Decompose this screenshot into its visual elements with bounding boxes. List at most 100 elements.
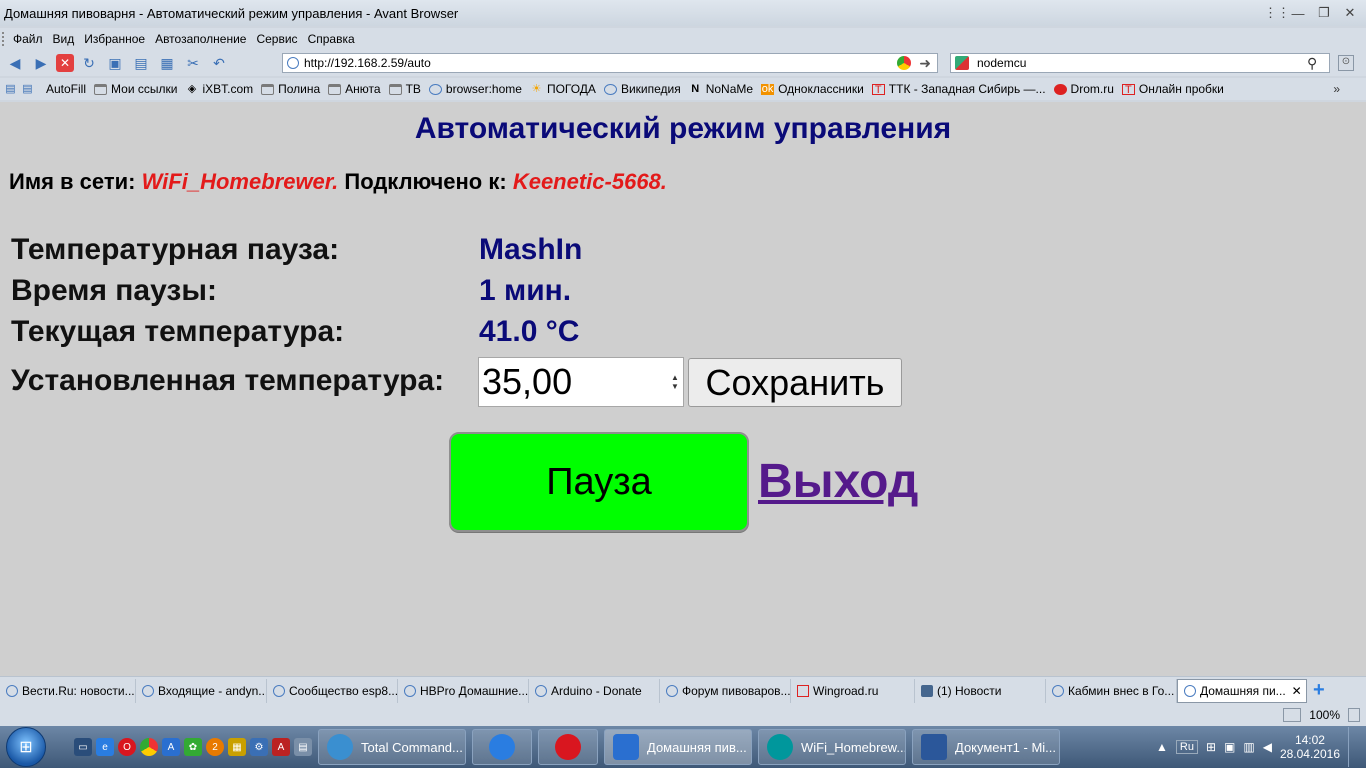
tab[interactable]: Wingroad.ru xyxy=(791,678,915,703)
app-icon[interactable]: 2 xyxy=(206,738,224,756)
refresh-icon[interactable]: ↻ xyxy=(78,53,100,73)
task-avant-browser[interactable]: Домашняя пив... xyxy=(604,729,752,765)
link-item[interactable]: Анюта xyxy=(324,82,384,96)
tab[interactable]: Кабмин внес в Го... xyxy=(1046,678,1177,703)
quick-launch: ▭ e O A ✿ 2 ▦ ⚙ A ▤ xyxy=(74,738,312,756)
link-item[interactable]: T Онлайн пробки xyxy=(1118,82,1228,96)
clock[interactable]: 14:02 28.04.2016 xyxy=(1280,733,1340,761)
task-total-commander[interactable]: Total Command... xyxy=(318,729,466,765)
minimize-button[interactable]: — xyxy=(1290,6,1306,21)
windows-icon[interactable]: ▦ xyxy=(156,53,178,73)
opera-icon[interactable]: O xyxy=(118,738,136,756)
search-engine-icon[interactable] xyxy=(955,56,969,70)
link-item[interactable]: AutoFill xyxy=(42,82,90,96)
settings-icon[interactable]: ⚙ xyxy=(250,738,268,756)
chrome-icon[interactable] xyxy=(140,738,158,756)
menu-file[interactable]: Файл xyxy=(8,32,48,46)
network-icon[interactable]: ▥ xyxy=(1243,740,1254,754)
resize-grip-icon[interactable] xyxy=(1348,708,1360,722)
page-content: Автоматический режим управления Имя в се… xyxy=(0,102,1366,676)
task-opera[interactable] xyxy=(538,729,598,765)
tab-active[interactable]: Домашняя пи... ✕ xyxy=(1177,678,1307,703)
zoom-level[interactable]: 100% xyxy=(1309,708,1340,722)
forward-icon[interactable]: ▶ xyxy=(30,53,52,73)
maximize-button[interactable]: ❐ xyxy=(1316,5,1332,21)
link-item[interactable]: Википедия xyxy=(600,82,685,96)
close-tab-icon[interactable]: ✕ xyxy=(1292,684,1302,698)
close-tab-icon[interactable]: ▤ xyxy=(130,53,152,73)
ie-icon[interactable]: e xyxy=(96,738,114,756)
back-icon[interactable]: ◀ xyxy=(4,53,26,73)
start-button[interactable]: ⊞ xyxy=(6,727,46,767)
pause-time-value: 1 мин. xyxy=(479,274,572,307)
link-item[interactable]: Полина xyxy=(257,82,324,96)
chevron-more-icon[interactable]: » xyxy=(1333,82,1366,96)
task-ie[interactable] xyxy=(472,729,532,765)
set-temp-input[interactable]: 35,00 ▲ ▼ xyxy=(478,357,684,407)
screenshot-icon[interactable]: ▣ xyxy=(104,53,126,73)
address-input[interactable]: http://192.168.2.59/auto xyxy=(304,56,897,70)
pause-label: Температурная пауза: xyxy=(11,233,340,266)
pdf-icon[interactable]: A xyxy=(272,738,290,756)
avant-icon[interactable]: A xyxy=(162,738,180,756)
link-item[interactable]: ok Одноклассники xyxy=(757,82,868,96)
undo-icon[interactable]: ↶ xyxy=(208,53,230,73)
link-item[interactable]: N NoNaMe xyxy=(685,82,757,96)
tab[interactable]: Сообщество esp8... xyxy=(267,678,398,703)
menu-autofill[interactable]: Автозаполнение xyxy=(150,32,251,46)
tab[interactable]: (1) Новости xyxy=(915,678,1046,703)
tray-expand-icon[interactable]: ▲ xyxy=(1156,740,1168,754)
menu-view[interactable]: Вид xyxy=(48,32,80,46)
link-item[interactable]: T ТТК - Западная Сибирь —... xyxy=(868,82,1050,96)
go-arrow-icon[interactable]: ➜ xyxy=(919,55,931,72)
grid-icon[interactable]: ⋮⋮ xyxy=(1264,5,1290,21)
link-item[interactable]: browser:home xyxy=(425,82,526,96)
tab[interactable]: Вести.Ru: новости... xyxy=(0,678,136,703)
wifi-icon xyxy=(273,684,285,697)
app-icon[interactable]: ✿ xyxy=(184,738,202,756)
zoom-page-icon[interactable]: ⊙ xyxy=(1338,55,1354,71)
link-item[interactable]: ☀ ПОГОДА xyxy=(526,82,600,96)
save-button[interactable]: Сохранить xyxy=(688,358,902,407)
desktop-icon[interactable]: ▭ xyxy=(74,738,92,756)
new-tab-icon[interactable]: + xyxy=(1313,679,1325,702)
volume-icon[interactable]: ◀ xyxy=(1263,740,1272,754)
tab-favicon-icon xyxy=(1052,684,1064,697)
link-item[interactable]: Drom.ru xyxy=(1050,82,1118,96)
show-desktop-button[interactable] xyxy=(1348,727,1360,767)
menu-tools[interactable]: Сервис xyxy=(251,32,302,46)
search-box[interactable]: nodemcu ⚲ xyxy=(950,53,1330,73)
link-item[interactable]: ◈ iXBT.com xyxy=(181,82,257,96)
set-temp-value[interactable]: 35,00 xyxy=(479,361,667,403)
task-word[interactable]: Документ1 - Mi... xyxy=(912,729,1060,765)
address-bar[interactable]: http://192.168.2.59/auto ➜ xyxy=(282,53,938,73)
language-indicator[interactable]: Ru xyxy=(1175,740,1198,754)
tab[interactable]: Arduino - Donate xyxy=(529,678,660,703)
link-item[interactable]: Мои ссылки xyxy=(90,82,181,96)
tray-app-icon[interactable]: ▣ xyxy=(1224,740,1235,754)
search-icon[interactable]: ⚲ xyxy=(1307,55,1329,72)
page-settings-icon[interactable] xyxy=(1283,708,1302,722)
close-button[interactable]: ✕ xyxy=(1342,5,1358,21)
spin-up-icon[interactable]: ▲ xyxy=(671,373,679,382)
task-arduino[interactable]: WiFi_Homebrew... xyxy=(758,729,906,765)
pause-time-label: Время паузы: xyxy=(11,274,217,307)
links-settings-icon[interactable]: ▤ ▤ xyxy=(0,83,42,95)
search-input[interactable]: nodemcu xyxy=(977,56,1307,70)
chrome-icon[interactable] xyxy=(897,56,912,70)
pause-button[interactable]: Пауза xyxy=(449,432,749,532)
exit-link[interactable]: Выход xyxy=(758,454,918,509)
tab[interactable]: HBPro Домашние... xyxy=(398,678,529,703)
tools-icon[interactable]: ✂ xyxy=(182,53,204,73)
menu-help[interactable]: Справка xyxy=(303,32,360,46)
windows-flag-icon[interactable]: ⊞ xyxy=(1206,740,1216,754)
spinner[interactable]: ▲ ▼ xyxy=(667,358,683,406)
archive-icon[interactable]: ▦ xyxy=(228,738,246,756)
spin-down-icon[interactable]: ▼ xyxy=(671,382,679,391)
menu-favorites[interactable]: Избранное xyxy=(79,32,150,46)
link-item[interactable]: ТВ xyxy=(385,82,425,96)
tab[interactable]: Форум пивоваров... xyxy=(660,678,791,703)
stop-icon[interactable]: ✕ xyxy=(56,54,74,72)
tab[interactable]: Входящие - andyn... xyxy=(136,678,267,703)
notes-icon[interactable]: ▤ xyxy=(294,738,312,756)
